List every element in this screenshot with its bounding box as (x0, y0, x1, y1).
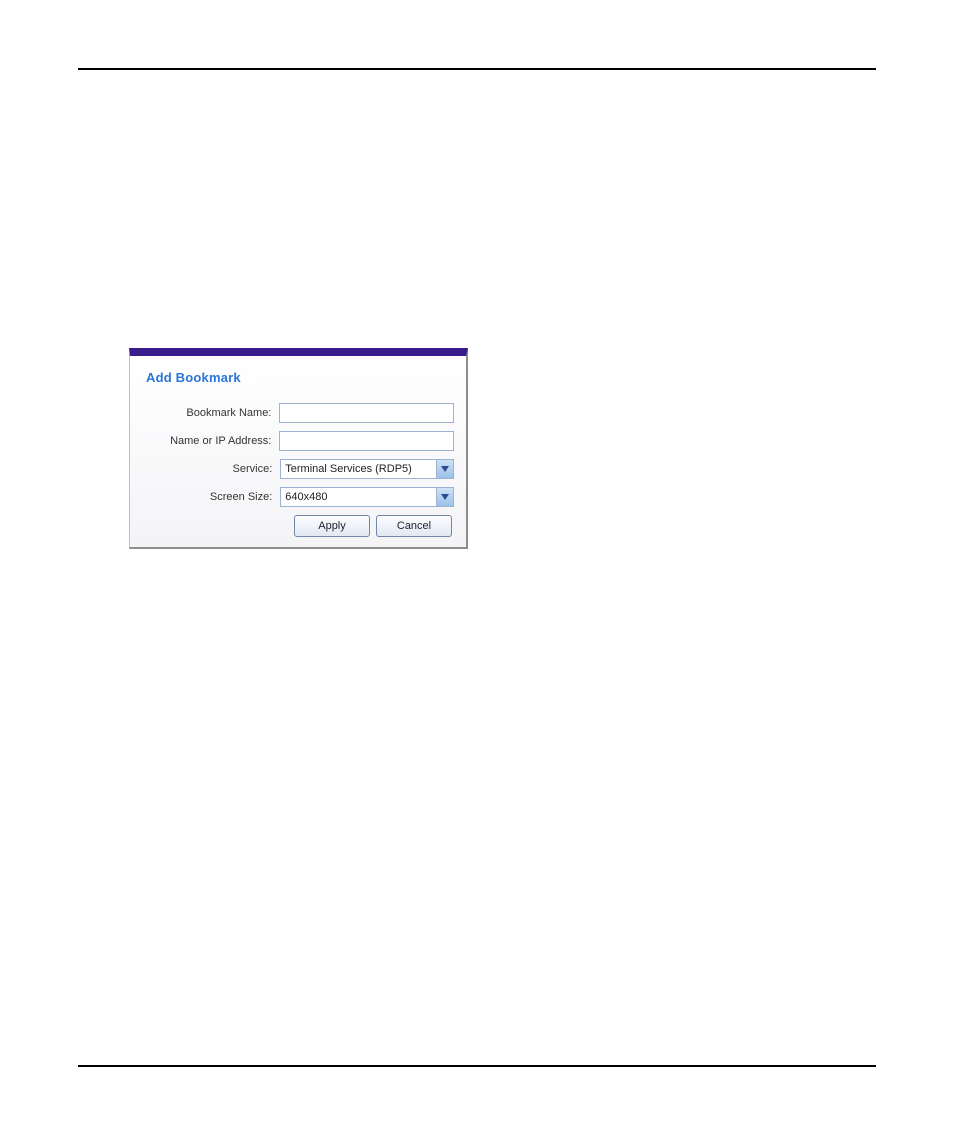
chevron-down-icon (436, 460, 453, 478)
row-name-or-ip: Name or IP Address: (142, 431, 454, 451)
screen-size-select-value: 640x480 (281, 491, 436, 503)
name-or-ip-input[interactable] (279, 431, 454, 451)
service-select-value: Terminal Services (RDP5) (281, 463, 436, 475)
service-select[interactable]: Terminal Services (RDP5) (280, 459, 454, 479)
dialog-title: Add Bookmark (146, 370, 454, 385)
chevron-down-icon (436, 488, 453, 506)
label-screen-size: Screen Size: (142, 491, 280, 503)
divider-bottom (78, 1065, 876, 1067)
row-bookmark-name: Bookmark Name: (142, 403, 454, 423)
screen-size-select[interactable]: 640x480 (280, 487, 454, 507)
row-service: Service: Terminal Services (RDP5) (142, 459, 454, 479)
bookmark-name-input[interactable] (279, 403, 454, 423)
dialog-button-row: Apply Cancel (142, 515, 454, 537)
label-name-or-ip: Name or IP Address: (142, 435, 279, 447)
dialog-body: Add Bookmark Bookmark Name: Name or IP A… (130, 356, 466, 547)
label-bookmark-name: Bookmark Name: (142, 407, 279, 419)
divider-top (78, 68, 876, 70)
page: Add Bookmark Bookmark Name: Name or IP A… (0, 0, 954, 1145)
add-bookmark-dialog: Add Bookmark Bookmark Name: Name or IP A… (129, 348, 468, 549)
cancel-button[interactable]: Cancel (376, 515, 452, 537)
apply-button[interactable]: Apply (294, 515, 370, 537)
label-service: Service: (142, 463, 280, 475)
row-screen-size: Screen Size: 640x480 (142, 487, 454, 507)
